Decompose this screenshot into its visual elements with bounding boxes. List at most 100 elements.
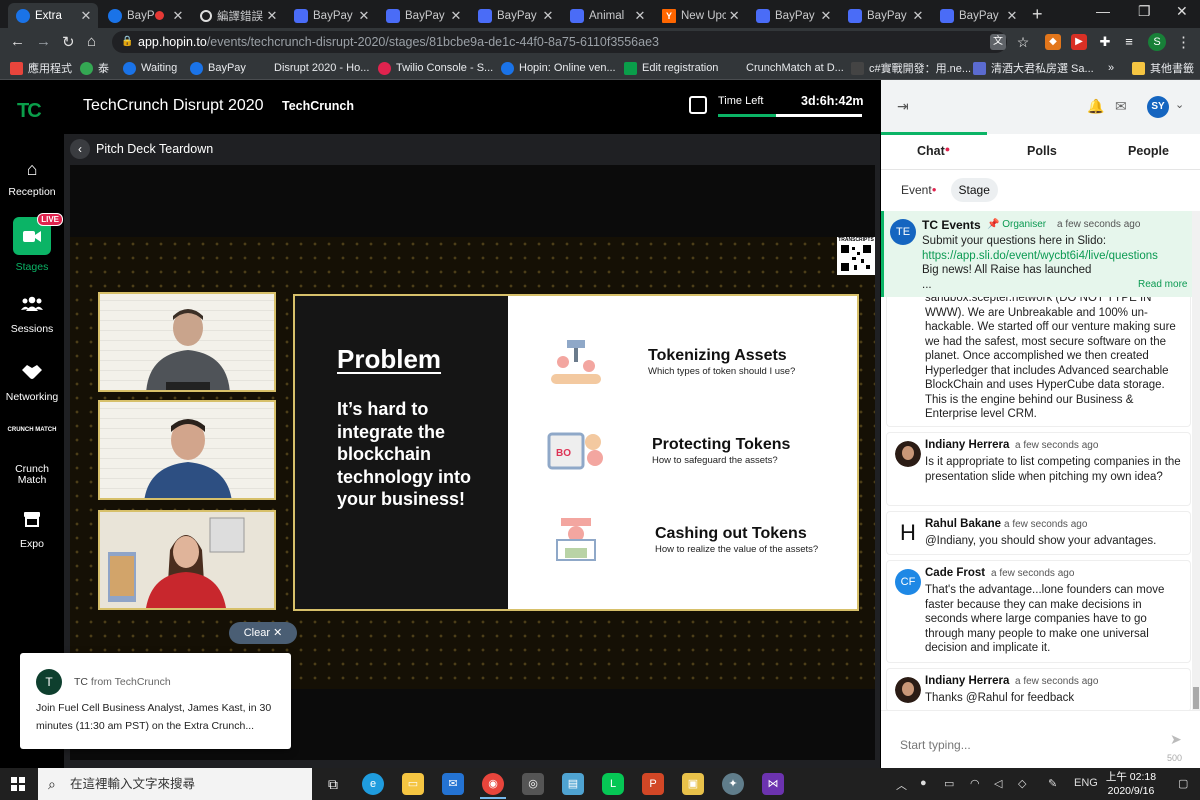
bookmark-item[interactable]: 應用程式 xyxy=(10,60,72,76)
taskbar-search[interactable]: ⌕ 在這裡輸入文字來搜尋 xyxy=(38,768,312,800)
browser-tab[interactable]: Y New Upc ✕ xyxy=(654,3,746,28)
edge-icon[interactable]: e xyxy=(362,773,384,795)
powerpoint-icon[interactable]: P xyxy=(642,773,664,795)
notification-toast[interactable]: T TC from TechCrunch Join Fuel Cell Busi… xyxy=(20,653,291,749)
language-indicator[interactable]: ENG xyxy=(1074,777,1098,789)
home-icon[interactable]: ⌂ xyxy=(87,33,96,50)
pen-icon[interactable]: ✎ xyxy=(1048,777,1057,790)
bookmark-star-icon[interactable]: ☆ xyxy=(1015,34,1031,50)
back-arrow-icon[interactable]: ← xyxy=(10,33,25,50)
profile-avatar[interactable]: S xyxy=(1148,33,1166,51)
video-extension-icon[interactable]: ▶ xyxy=(1071,34,1087,50)
bookmark-item[interactable]: 泰 xyxy=(80,60,109,76)
browser-tab[interactable]: BayPay ✕ xyxy=(286,3,376,28)
bookmark-item[interactable]: Disrupt 2020 - Ho... xyxy=(256,60,369,76)
other-bookmarks[interactable]: 其他書籤 xyxy=(1132,60,1194,76)
browser-tab[interactable]: BayPay ✕ xyxy=(748,3,838,28)
browser-tab[interactable]: 編譯錯誤 ✕ xyxy=(192,3,284,28)
bell-icon[interactable]: 🔔 xyxy=(1087,98,1104,115)
photos-icon[interactable]: ▣ xyxy=(682,773,704,795)
close-window-icon[interactable]: ✕ xyxy=(1176,3,1188,20)
slido-link[interactable]: https://app.sli.do/event/wycbt6i4/live/q… xyxy=(922,249,1182,264)
close-tab-icon[interactable]: ✕ xyxy=(170,8,186,24)
dropbox-icon[interactable]: ◇ xyxy=(1018,777,1026,790)
minimize-icon[interactable]: — xyxy=(1096,3,1110,19)
bookmark-item[interactable]: c#實戰開發：用.ne... xyxy=(851,60,971,76)
tab-people[interactable]: People xyxy=(1128,144,1169,158)
windows-start-icon[interactable] xyxy=(11,777,25,791)
notifications-icon[interactable]: ▢ xyxy=(1178,777,1188,790)
close-tab-icon[interactable]: ✕ xyxy=(264,8,280,24)
volume-icon[interactable]: ◁ xyxy=(994,777,1002,790)
browser-tab[interactable]: Extra ✕ xyxy=(8,3,98,28)
back-chevron-icon[interactable]: ‹ xyxy=(70,139,90,159)
chat-scrollbar[interactable] xyxy=(1192,211,1200,711)
subtab-stage[interactable]: Stage xyxy=(950,178,998,202)
task-view-icon[interactable]: ⧉ xyxy=(322,773,344,795)
camera-icon[interactable]: ◎ xyxy=(522,773,544,795)
close-tab-icon[interactable]: ✕ xyxy=(726,8,742,24)
send-icon[interactable]: ➤ xyxy=(1170,731,1182,748)
forward-arrow-icon[interactable]: → xyxy=(36,33,51,50)
clear-button[interactable]: Clear ✕ xyxy=(229,622,297,644)
url-field[interactable]: 🔒 app.hopin.to/events/techcrunch-disrupt… xyxy=(112,31,1007,53)
restore-icon[interactable]: ❐ xyxy=(1138,3,1151,20)
wifi-icon[interactable]: ◠ xyxy=(970,777,980,790)
close-tab-icon[interactable]: ✕ xyxy=(818,8,834,24)
close-tab-icon[interactable]: ✕ xyxy=(1004,8,1020,24)
browser-tab[interactable]: BayPay ✕ xyxy=(840,3,930,28)
nav-stages[interactable]: LIVE Stages xyxy=(0,213,64,273)
new-tab-button[interactable]: + xyxy=(1032,4,1043,25)
browser-tab[interactable]: BayP ✕ xyxy=(100,3,190,28)
file-explorer-icon[interactable]: ▭ xyxy=(402,773,424,795)
nav-reception[interactable]: ⌂ Reception xyxy=(0,158,64,198)
close-tab-icon[interactable]: ✕ xyxy=(356,8,372,24)
read-more-link[interactable]: Read more xyxy=(1138,279,1187,290)
microphone-icon[interactable]: ● xyxy=(920,777,927,789)
close-tab-icon[interactable]: ✕ xyxy=(632,8,648,24)
close-tab-icon[interactable]: ✕ xyxy=(540,8,556,24)
visual-studio-icon[interactable]: ⋈ xyxy=(762,773,784,795)
battery-icon[interactable]: ▭ xyxy=(944,777,954,790)
reload-icon[interactable]: ↻ xyxy=(62,33,75,51)
bookmark-item[interactable]: Hopin: Online ven... xyxy=(501,60,616,76)
avatar[interactable]: SY xyxy=(1147,96,1169,118)
extensions-icon[interactable]: ✚ xyxy=(1097,34,1113,50)
nav-networking[interactable]: Networking xyxy=(0,363,64,403)
bookmark-item[interactable]: 清酒大君私房選 Sa... xyxy=(973,60,1094,76)
browser-tab[interactable]: Animal ✕ xyxy=(562,3,652,28)
nav-expo[interactable]: Expo xyxy=(0,510,64,550)
tab-polls[interactable]: Polls xyxy=(1027,144,1057,158)
settings-app-icon[interactable]: ✦ xyxy=(722,773,744,795)
bookmark-item[interactable]: Edit registration xyxy=(624,60,718,76)
taskbar-clock[interactable]: 上午 02:18 2020/9/16 xyxy=(1102,770,1160,798)
mail-icon[interactable]: ✉ xyxy=(1115,98,1127,115)
chrome-icon[interactable]: ◉ xyxy=(482,773,504,795)
notes-icon[interactable]: ▤ xyxy=(562,773,584,795)
translate-icon[interactable]: 文 xyxy=(990,34,1006,50)
collapse-sidebar-icon[interactable]: ⇥ xyxy=(897,98,909,115)
chevron-down-icon[interactable]: ⌄ xyxy=(1175,98,1184,111)
browser-tab[interactable]: BayPay ✕ xyxy=(378,3,468,28)
mail-app-icon[interactable]: ✉ xyxy=(442,773,464,795)
bookmark-item[interactable]: BayPay xyxy=(190,60,246,76)
scrollbar-thumb[interactable] xyxy=(1193,687,1199,709)
tray-chevron-icon[interactable]: ︿ xyxy=(896,777,907,793)
subtab-event[interactable]: Event● xyxy=(893,178,945,202)
bookmark-item[interactable]: CrunchMatch at D... xyxy=(728,60,844,76)
chat-input[interactable]: Start typing... ➤ 500 xyxy=(881,710,1200,768)
nav-crunch-match[interactable]: CRUNCH MATCH Crunch Match xyxy=(0,426,64,486)
bookmark-item[interactable]: Twilio Console - S... xyxy=(378,60,493,76)
reading-list-icon[interactable]: ≡ xyxy=(1121,34,1137,50)
tab-chat[interactable]: Chat● xyxy=(917,144,950,158)
browser-menu-icon[interactable]: ⋮ xyxy=(1176,33,1191,51)
more-bookmarks-button[interactable]: » xyxy=(1108,60,1114,76)
line-icon[interactable]: L xyxy=(602,773,624,795)
close-tab-icon[interactable]: ✕ xyxy=(78,8,94,24)
browser-tab[interactable]: BayPay ✕ xyxy=(932,3,1024,28)
close-tab-icon[interactable]: ✕ xyxy=(910,8,926,24)
metamask-icon[interactable]: ◆ xyxy=(1045,34,1061,50)
organizer-name[interactable]: TechCrunch xyxy=(282,99,354,113)
browser-tab[interactable]: BayPay ✕ xyxy=(470,3,560,28)
bookmark-item[interactable]: Waiting xyxy=(123,60,177,76)
